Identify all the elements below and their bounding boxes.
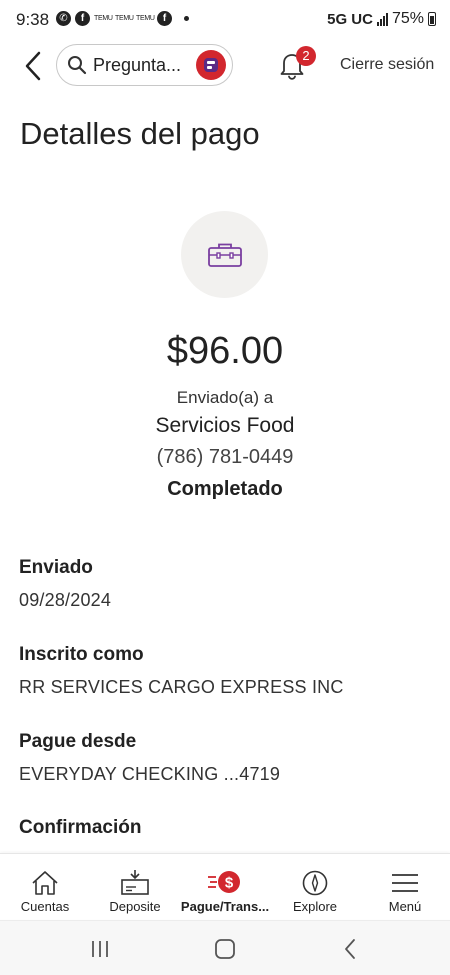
detail-label-enrolled-as: Inscrito como	[19, 644, 144, 665]
erica-logo-icon	[204, 58, 218, 72]
battery-icon	[428, 12, 436, 26]
nav-label-pay-transfer: Pague/Trans...	[180, 899, 270, 914]
facebook-icon: f	[157, 11, 172, 26]
detail-label-confirmation: Confirmación	[19, 817, 142, 838]
payment-category-badge	[181, 211, 268, 298]
hamburger-menu-icon	[392, 874, 418, 892]
nav-label-deposit: Deposite	[109, 899, 161, 914]
detail-label-sent: Enviado	[19, 557, 93, 578]
pay-transfer-icon: $	[208, 871, 240, 893]
search-placeholder: Pregunta...	[93, 54, 182, 75]
search-icon	[68, 56, 87, 75]
check-deposit-icon	[121, 870, 149, 895]
notification-icons: ✆ f TEMU TEMU TEMU f	[56, 11, 189, 26]
erica-assistant-icon[interactable]	[196, 50, 226, 80]
home-icon	[32, 871, 58, 895]
recent-apps-button[interactable]	[80, 931, 120, 967]
status-time: 9:38	[16, 10, 50, 29]
more-notifications-icon	[184, 16, 189, 21]
nav-deposit[interactable]: Deposite	[90, 854, 180, 920]
home-square-icon	[215, 939, 235, 959]
compass-icon	[302, 870, 328, 896]
temu-icon: TEMU	[136, 15, 155, 22]
nav-accounts[interactable]: Cuentas	[0, 854, 90, 920]
detail-value-enrolled-as: RR SERVICES CARGO EXPRESS INC	[19, 677, 344, 697]
temu-icon: TEMU	[115, 15, 134, 22]
nav-menu[interactable]: Menú	[360, 854, 450, 920]
signal-icon	[376, 12, 388, 26]
nav-explore[interactable]: Explore	[270, 854, 360, 920]
recipient-phone: (786) 781-0449	[156, 446, 294, 468]
chevron-left-icon	[25, 51, 41, 81]
network-type: 5G UC	[327, 10, 373, 28]
sent-to-label: Enviado(a) a	[176, 388, 274, 407]
system-back-button[interactable]	[330, 931, 370, 967]
temu-icon: TEMU	[94, 15, 113, 22]
nav-pay-transfer[interactable]: $ Pague/Trans...	[180, 854, 270, 920]
battery-percent: 75%	[391, 10, 424, 27]
recipient-name: Servicios Food	[155, 414, 295, 437]
page-title: Detalles del pago	[20, 116, 260, 151]
chevron-left-icon	[345, 939, 355, 959]
detail-value-sent-date: 09/28/2024	[19, 590, 112, 610]
detail-label-pay-from: Pague desde	[19, 731, 137, 752]
nav-label-accounts: Cuentas	[20, 899, 70, 914]
bottom-navigation: Cuentas Deposite $ Pague/Trans... Explor…	[0, 853, 450, 919]
home-system-button[interactable]	[205, 931, 245, 967]
facebook-icon: f	[75, 11, 90, 26]
back-button[interactable]	[18, 50, 48, 82]
payment-status: Completado	[167, 478, 283, 500]
search-ask-field[interactable]: Pregunta...	[56, 44, 233, 86]
logout-link[interactable]: Cierre sesión	[340, 56, 434, 74]
system-navigation-bar	[0, 920, 450, 975]
app-header: Pregunta... 2 Cierre sesión	[0, 44, 450, 88]
nav-label-explore: Explore	[292, 899, 338, 914]
detail-value-pay-from-account: EVERYDAY CHECKING ...4719	[19, 764, 281, 784]
payment-amount: $96.00	[166, 330, 284, 372]
svg-text:$: $	[225, 875, 234, 892]
status-bar: 9:38 ✆ f TEMU TEMU TEMU f 5G UC 75%	[0, 0, 450, 40]
status-right: 5G UC 75%	[327, 10, 436, 28]
whatsapp-icon: ✆	[56, 11, 71, 26]
briefcase-icon	[207, 243, 242, 267]
nav-label-menu: Menú	[388, 899, 422, 914]
notification-count-badge: 2	[296, 46, 316, 66]
recent-apps-icon	[92, 941, 108, 957]
